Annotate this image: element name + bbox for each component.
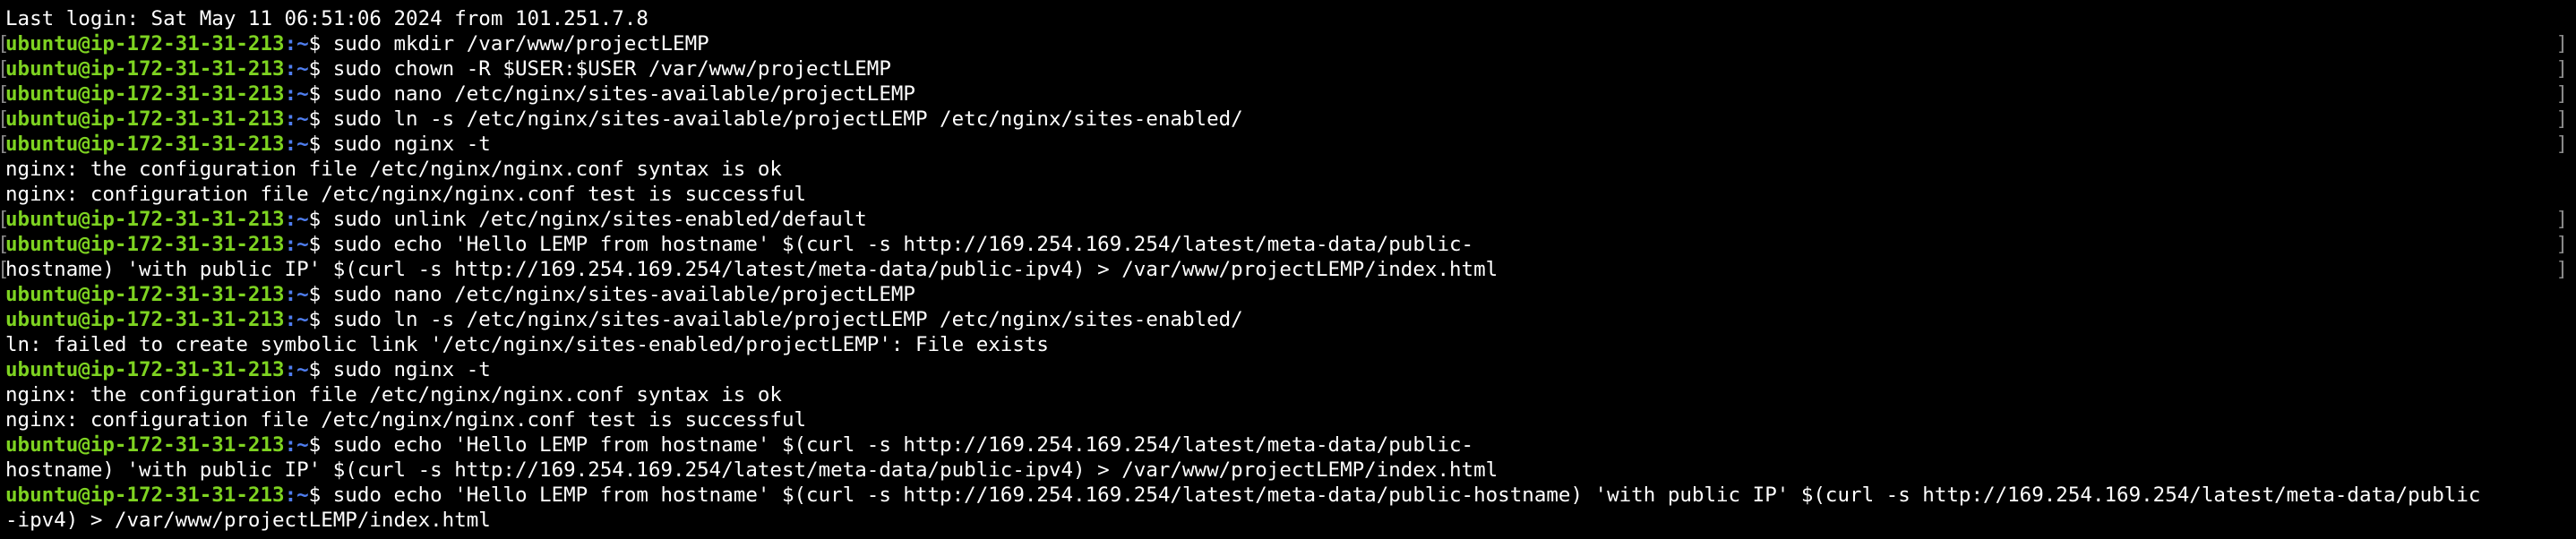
command-line: ubuntu@ip-172-31-31-213:~$ sudo echo 'He…: [0, 483, 2576, 508]
mark-bracket-left: [: [0, 56, 10, 81]
prompt-host: ubuntu@ip-172-31-31-213: [5, 433, 285, 457]
output-line: nginx: the configuration file /etc/nginx…: [0, 157, 2576, 182]
prompt-path: :~: [284, 283, 309, 306]
prompt-host: ubuntu@ip-172-31-31-213: [5, 107, 285, 131]
mark-bracket-right: ]: [2555, 233, 2568, 256]
command-text: sudo mkdir /var/www/projectLEMP: [332, 32, 709, 56]
mark-bracket-left: [: [0, 232, 10, 257]
command-line: [] ubuntu@ip-172-31-31-213:~$ sudo echo '…: [0, 232, 2576, 257]
prompt-host: ubuntu@ip-172-31-31-213: [5, 283, 285, 306]
mark-bracket-right: ]: [2555, 82, 2568, 106]
mark-bracket-left: [: [0, 81, 10, 107]
output-text: nginx: configuration file /etc/nginx/ngi…: [5, 183, 807, 206]
output-line: [] hostname) 'with public IP' $(curl -s h…: [0, 257, 2576, 282]
prompt-host: ubuntu@ip-172-31-31-213: [5, 233, 285, 256]
mark-bracket-right: ]: [2555, 258, 2568, 281]
prompt-path: :~: [284, 308, 309, 331]
output-text: hostname) 'with public IP' $(curl -s htt…: [5, 458, 1498, 482]
prompt-path: :~: [284, 358, 309, 381]
mark-bracket-right: ]: [2555, 57, 2568, 81]
prompt-host: ubuntu@ip-172-31-31-213: [5, 358, 285, 381]
prompt-path: :~: [284, 233, 309, 256]
prompt-path: :~: [284, 107, 309, 131]
prompt-host: ubuntu@ip-172-31-31-213: [5, 57, 285, 81]
command-text: sudo nginx -t: [332, 358, 491, 381]
command-text: sudo nano /etc/nginx/sites-available/pro…: [332, 283, 915, 306]
prompt-path: :~: [284, 82, 309, 106]
output-text: nginx: configuration file /etc/nginx/ngi…: [5, 408, 807, 432]
prompt-symbol: $: [308, 483, 333, 507]
prompt-symbol: $: [308, 283, 333, 306]
command-line: [] ubuntu@ip-172-31-31-213:~$ sudo mkdir …: [0, 31, 2576, 56]
command-line: ubuntu@ip-172-31-31-213:~$ sudo echo 'He…: [0, 432, 2576, 458]
command-text: sudo echo 'Hello LEMP from hostname' $(c…: [332, 233, 1474, 256]
prompt-host: ubuntu@ip-172-31-31-213: [5, 133, 285, 156]
prompt-symbol: $: [308, 57, 333, 81]
prompt-host: ubuntu@ip-172-31-31-213: [5, 308, 285, 331]
mark-bracket-left: [: [0, 107, 10, 132]
command-text: sudo echo 'Hello LEMP from hostname' $(c…: [332, 433, 1474, 457]
output-text: nginx: the configuration file /etc/nginx…: [5, 383, 782, 406]
mark-bracket-right: ]: [2555, 133, 2568, 156]
mark-bracket-right: ]: [2555, 32, 2568, 56]
output-line: -ipv4) > /var/www/projectLEMP/index.html: [0, 508, 2576, 533]
output-text: nginx: the configuration file /etc/nginx…: [5, 158, 782, 181]
prompt-host: ubuntu@ip-172-31-31-213: [5, 208, 285, 231]
output-line: nginx: the configuration file /etc/nginx…: [0, 382, 2576, 407]
prompt-path: :~: [284, 32, 309, 56]
prompt-symbol: $: [308, 107, 333, 131]
command-text: sudo nginx -t: [332, 133, 491, 156]
mark-bracket-left: [: [0, 132, 10, 157]
mark-bracket-left: [: [0, 257, 10, 282]
output-line: hostname) 'with public IP' $(curl -s htt…: [0, 458, 2576, 483]
output-line: Last login: Sat May 11 06:51:06 2024 fro…: [0, 6, 2576, 31]
prompt-symbol: $: [308, 133, 333, 156]
terminal-window[interactable]: Last login: Sat May 11 06:51:06 2024 fro…: [0, 6, 2576, 539]
command-text: sudo ln -s /etc/nginx/sites-available/pr…: [332, 107, 1243, 131]
mark-bracket-left: [: [0, 207, 10, 232]
output-text: -ipv4) > /var/www/projectLEMP/index.html: [5, 509, 491, 532]
prompt-symbol: $: [308, 433, 333, 457]
command-line: ubuntu@ip-172-31-31-213:~$ sudo nano /et…: [0, 282, 2576, 307]
prompt-host: ubuntu@ip-172-31-31-213: [5, 483, 285, 507]
output-text: ln: failed to create symbolic link '/etc…: [5, 333, 1049, 356]
prompt-symbol: $: [308, 32, 333, 56]
output-line: nginx: configuration file /etc/nginx/ngi…: [0, 182, 2576, 207]
command-line: [] ubuntu@ip-172-31-31-213:~$ sudo chown …: [0, 56, 2576, 81]
command-text: sudo echo 'Hello LEMP from hostname' $(c…: [332, 483, 2481, 507]
command-line: [] ubuntu@ip-172-31-31-213:~$ sudo ln -s …: [0, 107, 2576, 132]
output-text: hostname) 'with public IP' $(curl -s htt…: [5, 258, 1498, 281]
prompt-path: :~: [284, 208, 309, 231]
prompt-path: :~: [284, 483, 309, 507]
prompt-symbol: $: [308, 233, 333, 256]
output-line: ln: failed to create symbolic link '/etc…: [0, 332, 2576, 357]
output-line: nginx: configuration file /etc/nginx/ngi…: [0, 407, 2576, 432]
command-text: sudo nano /etc/nginx/sites-available/pro…: [332, 82, 915, 106]
command-line: ubuntu@ip-172-31-31-213:~$ sudo nginx -t: [0, 357, 2576, 382]
prompt-path: :~: [284, 133, 309, 156]
prompt-host: ubuntu@ip-172-31-31-213: [5, 32, 285, 56]
command-text: sudo chown -R $USER:$USER /var/www/proje…: [332, 57, 891, 81]
mark-bracket-right: ]: [2555, 208, 2568, 231]
mark-bracket-right: ]: [2555, 107, 2568, 131]
command-line: [] ubuntu@ip-172-31-31-213:~$ sudo nginx …: [0, 132, 2576, 157]
command-text: sudo unlink /etc/nginx/sites-enabled/def…: [332, 208, 867, 231]
prompt-symbol: $: [308, 358, 333, 381]
prompt-path: :~: [284, 433, 309, 457]
prompt-host: ubuntu@ip-172-31-31-213: [5, 82, 285, 106]
command-line: [] ubuntu@ip-172-31-31-213:~$ sudo unlink…: [0, 207, 2576, 232]
mark-bracket-left: [: [0, 31, 10, 56]
prompt-symbol: $: [308, 82, 333, 106]
command-text: sudo ln -s /etc/nginx/sites-available/pr…: [332, 308, 1243, 331]
output-text: Last login: Sat May 11 06:51:06 2024 fro…: [5, 7, 648, 30]
command-line: ubuntu@ip-172-31-31-213:~$ sudo ln -s /e…: [0, 307, 2576, 332]
prompt-symbol: $: [308, 308, 333, 331]
command-line: [] ubuntu@ip-172-31-31-213:~$ sudo nano /…: [0, 81, 2576, 107]
prompt-path: :~: [284, 57, 309, 81]
prompt-symbol: $: [308, 208, 333, 231]
